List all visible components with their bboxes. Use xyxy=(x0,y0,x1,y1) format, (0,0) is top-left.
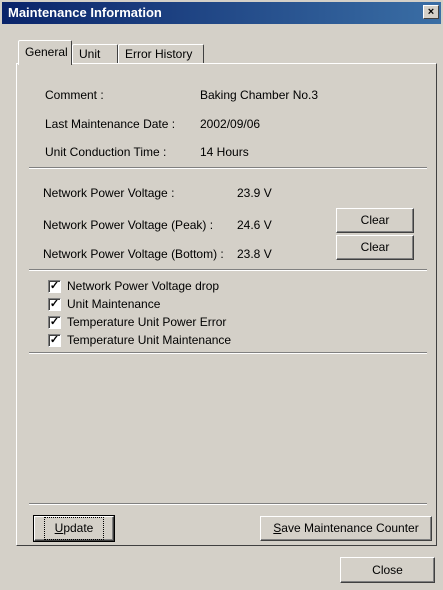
voltage-bottom-label: Network Power Voltage (Bottom) : xyxy=(43,247,224,261)
network-power-voltage-label: Network Power Voltage : xyxy=(43,186,175,200)
update-button-label: Update xyxy=(43,517,105,540)
close-button[interactable]: Close xyxy=(340,557,435,583)
maintenance-dialog: Maintenance Information × General Unit E… xyxy=(0,0,443,590)
update-mnemonic: U xyxy=(54,521,64,535)
checkbox-checked-icon[interactable]: ✓ xyxy=(48,316,61,329)
comment-value: Baking Chamber No.3 xyxy=(200,88,319,102)
checkbox-label: Unit Maintenance xyxy=(67,297,161,311)
save-button-label: Save Maintenance Counter xyxy=(273,517,418,540)
tab-general-label: General xyxy=(25,45,68,59)
tab-general[interactable]: General xyxy=(18,40,72,65)
voltage-bottom-value: 23.8 V xyxy=(237,247,272,261)
checkbox-label: Temperature Unit Maintenance xyxy=(67,333,232,347)
clear-peak-button[interactable]: Clear xyxy=(336,208,414,233)
window-title: Maintenance Information xyxy=(8,5,162,20)
separator xyxy=(29,167,427,169)
separator xyxy=(29,503,427,505)
tab-error-history[interactable]: Error History xyxy=(118,44,204,64)
save-label-rest: ave Maintenance Counter xyxy=(281,521,419,535)
update-button[interactable]: Update xyxy=(33,515,115,542)
checkbox-label: Temperature Unit Power Error xyxy=(67,315,227,329)
update-label-rest: pdate xyxy=(63,521,94,535)
checkbox-checked-icon[interactable]: ✓ xyxy=(48,280,61,293)
tab-unit-label: Unit xyxy=(79,47,101,61)
save-maintenance-counter-button[interactable]: Save Maintenance Counter xyxy=(260,516,432,541)
unit-conduction-time-value: 14 Hours xyxy=(200,145,249,159)
separator xyxy=(29,352,427,354)
general-panel: Comment : Baking Chamber No.3 Last Maint… xyxy=(16,63,437,546)
separator xyxy=(29,269,427,271)
tab-unit[interactable]: Unit xyxy=(72,44,118,64)
close-icon[interactable]: × xyxy=(423,5,439,19)
network-power-voltage-value: 23.9 V xyxy=(237,186,272,200)
comment-label: Comment : xyxy=(45,88,104,102)
checkbox-label: Network Power Voltage drop xyxy=(67,279,220,293)
clear-bottom-button[interactable]: Clear xyxy=(336,235,414,260)
last-maintenance-date-label: Last Maintenance Date : xyxy=(45,117,176,131)
title-bar[interactable]: Maintenance Information × xyxy=(2,2,441,24)
unit-conduction-time-label: Unit Conduction Time : xyxy=(45,145,167,159)
tab-error-history-label: Error History xyxy=(125,47,193,61)
last-maintenance-date-value: 2002/09/06 xyxy=(200,117,261,131)
checkbox-checked-icon[interactable]: ✓ xyxy=(48,298,61,311)
voltage-peak-label: Network Power Voltage (Peak) : xyxy=(43,218,214,232)
voltage-peak-value: 24.6 V xyxy=(237,218,272,232)
checkbox-checked-icon[interactable]: ✓ xyxy=(48,334,61,347)
